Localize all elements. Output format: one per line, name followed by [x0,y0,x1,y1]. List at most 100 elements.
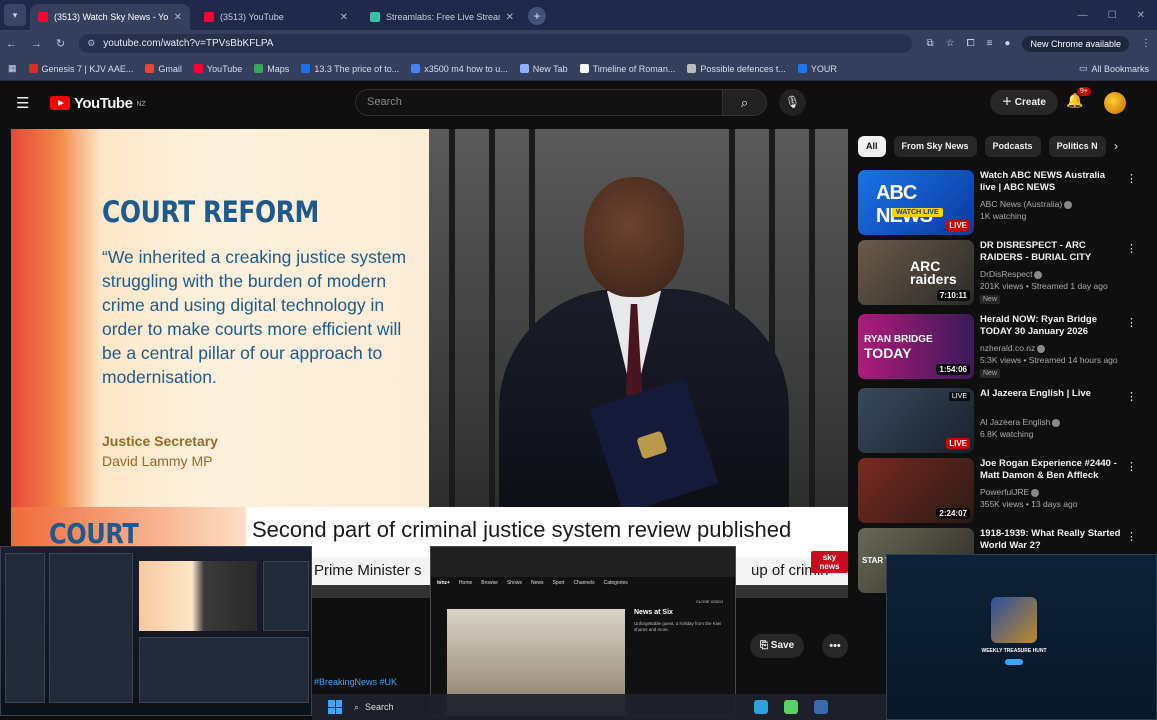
browser-tab[interactable]: (3513) YouTube ✕ [196,4,356,30]
bookmark-item[interactable]: YouTube [193,63,243,74]
recommendation-channel[interactable]: DrDisRespect [980,269,1043,279]
recommendation-channel[interactable]: PowerfulJRE [980,487,1040,497]
video-thumbnail[interactable]: ARC raiders 7:10:11 [858,240,974,305]
browser-tab-strip: ▾ (3513) Watch Sky News - YouTube✕(3513)… [0,0,1157,30]
bookmarks-bar: ▦ Genesis 7 | KJV AAE... Gmail YouTube Maps… [0,57,1157,81]
close-window-icon[interactable]: ✕ [1137,10,1145,21]
bookmark-favicon-icon [579,64,589,73]
apps-grid-icon[interactable]: ▦ [8,63,17,74]
video-thumbnail[interactable]: 2:24:07 [858,458,974,523]
bookmark-item[interactable]: YOUR [797,64,837,74]
filter-chip[interactable]: All [858,136,886,157]
browser-tab[interactable]: (3513) Watch Sky News - YouTube ✕ [30,4,190,30]
chrome-menu-icon[interactable]: ⋮ [1141,38,1151,49]
bookmark-item[interactable]: Gmail [145,64,182,74]
recommendation-item[interactable]: LIVE LIVE Al Jazeera English | Live Al Jaze… [858,388,1148,454]
all-bookmarks-button[interactable]: ▭ All Bookmarks [1079,63,1149,74]
channel-name: ABC News (Australia) [980,199,1063,209]
recommendation-item[interactable]: ARC raiders 7:10:11 DR DISRESPECT - ARC RA… [858,240,1148,306]
more-options-icon[interactable]: ⋮ [1126,530,1137,543]
treasure-button[interactable] [1005,659,1023,665]
maximize-icon[interactable]: ☐ [1108,10,1117,21]
chevron-right-icon[interactable]: › [1114,139,1118,153]
video-player[interactable]: COURT REFORM “We inherited a creaking ju… [11,129,848,598]
forward-icon[interactable]: → [31,38,42,50]
bookmark-item[interactable]: 13.3 The price of to... [301,64,399,74]
tab-search-button[interactable]: ▾ [4,4,26,26]
youtube-logo[interactable]: YouTube NZ [50,95,146,112]
new-tab-button[interactable]: + [528,7,546,25]
new-chrome-available-button[interactable]: New Chrome available [1022,35,1129,52]
bookmark-label: YouTube [206,63,243,74]
minimize-icon[interactable]: — [1078,10,1088,21]
video-thumbnail[interactable]: ABC NEWSWATCH LIVELIVE [858,170,974,235]
recommendation-channel[interactable]: ABC News (Australia) [980,199,1073,209]
windows-start-icon[interactable] [328,700,342,714]
omnibox[interactable]: ⚙ youtube.com/watch?v=TPVsBbKFLPA [79,34,913,53]
bookmark-item[interactable]: x3500 m4 how to u... [411,64,508,74]
recommendation-title[interactable]: Al Jazeera English | Live [980,388,1122,400]
app-tray-icon[interactable] [814,700,828,714]
video-thumbnail[interactable]: RYAN BRIDGE TODAY 1:54:06 [858,314,974,379]
close-tab-icon[interactable]: ✕ [174,12,182,23]
railing-bar [489,129,495,507]
youtube-play-icon [50,96,70,110]
profile-icon[interactable]: ● [1004,38,1010,49]
voice-search-button[interactable]: 🎙 [779,89,806,116]
back-icon[interactable]: ← [6,38,17,50]
app-tray-icon[interactable] [784,700,798,714]
extensions-icon[interactable]: ⧠ [967,38,975,49]
hamburger-menu-icon[interactable]: ☰ [16,94,46,112]
telegram-icon[interactable] [754,700,768,714]
bookmark-item[interactable]: Genesis 7 | KJV AAE... [28,64,133,74]
more-options-icon[interactable]: ⋮ [1126,390,1137,403]
recommendation-title[interactable]: 1918-1939: What Really Started World War… [980,528,1122,552]
bookmark-star-icon[interactable]: ☆ [946,38,955,49]
more-options-icon[interactable]: ⋮ [1126,172,1137,185]
media-controls-icon[interactable]: ≡ [987,38,993,49]
lower-third: COURT REFORM Second part of criminal jus… [11,507,848,583]
tab-label: (3513) YouTube [220,12,284,22]
save-label: Save [770,640,795,651]
recommendation-title[interactable]: Watch ABC NEWS Australia live | ABC NEWS [980,170,1122,194]
more-options-icon[interactable]: ⋮ [1126,460,1137,473]
video-hashtags[interactable]: #BreakingNews #UK [314,677,397,687]
recommendation-title[interactable]: DR DISRESPECT - ARC RAIDERS - BURIAL CIT… [980,240,1122,264]
more-options-icon[interactable]: ⋮ [1126,316,1137,329]
filter-chip[interactable]: From Sky News [893,136,977,157]
taskbar-search[interactable]: ⌕ Search [354,702,394,713]
bookmark-item[interactable]: Maps [254,64,289,74]
recommendation-item[interactable]: STAR WW2 1918-1939: What Really Started W… [858,528,1148,594]
install-app-icon[interactable]: ⧉ [926,38,933,49]
more-actions-button[interactable]: ••• [822,634,848,658]
recommendation-item[interactable]: 2:24:07 Joe Rogan Experience #2440 - Matt… [858,458,1148,524]
channel-bug: sky news [811,551,848,573]
video-thumbnail[interactable]: LIVE LIVE [858,388,974,453]
recommendation-item[interactable]: RYAN BRIDGE TODAY 1:54:06 Herald NOW: Ryan … [858,314,1148,380]
bookmark-item[interactable]: Timeline of Roman... [579,64,675,74]
recommendation-title[interactable]: Herald NOW: Ryan Bridge TODAY 30 January… [980,314,1122,338]
bookmark-item[interactable]: New Tab [519,64,568,74]
close-tab-icon[interactable]: ✕ [506,12,514,23]
bookmark-item[interactable]: Possible defences t... [687,64,786,74]
reload-icon[interactable]: ↻ [56,37,65,50]
recommendation-item[interactable]: ABC NEWSWATCH LIVELIVEWatch ABC NEWS Aus… [858,170,1148,236]
site-info-icon[interactable]: ⚙ [87,38,95,49]
close-video-button[interactable]: CLOSE VIDEO [696,599,723,604]
browser-tab[interactable]: Streamlabs: Free Live Stream... ✕ [362,4,522,30]
search-button[interactable]: ⌕ [723,89,767,116]
more-options-icon[interactable]: ⋮ [1126,242,1137,255]
filter-chip[interactable]: Politics N [1048,136,1106,157]
search-input[interactable]: Search [355,89,723,116]
recommendation-channel[interactable]: nzherald.co.nz [980,343,1046,353]
filter-chips: All From Sky News Podcasts Politics N [858,136,1106,158]
save-button[interactable]: ⎘ Save [750,634,805,658]
create-button[interactable]: ＋ Create [990,90,1058,115]
avatar[interactable] [1104,92,1126,114]
recommendation-title[interactable]: Joe Rogan Experience #2440 - Matt Damon … [980,458,1122,482]
recommendation-channel[interactable]: Al Jazeera English [980,417,1061,427]
tab-favicon-icon [204,12,214,22]
video-thumbnail[interactable]: STAR WW2 [858,528,974,593]
close-tab-icon[interactable]: ✕ [340,12,348,23]
filter-chip[interactable]: Podcasts [984,136,1041,157]
